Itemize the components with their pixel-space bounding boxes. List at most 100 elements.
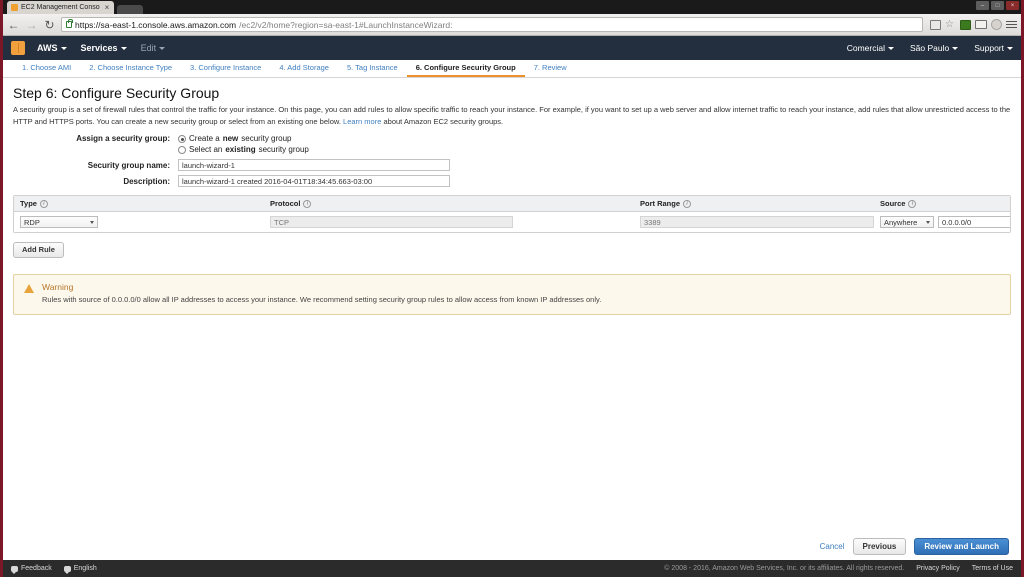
window-maximize-button[interactable]: □ <box>991 1 1004 10</box>
page-title: Step 6: Configure Security Group <box>13 85 220 101</box>
aws-top-nav: AWS Services Edit Comercial São Paulo Su… <box>3 36 1021 60</box>
radio-select-existing-group[interactable]: Select an existing security group <box>178 145 309 154</box>
nav-edit-menu[interactable]: Edit <box>141 43 166 53</box>
radio-create-new-prefix: Create a <box>189 134 220 144</box>
nav-edit-label: Edit <box>140 43 157 53</box>
url-path: /ec2/v2/home?region=sa-east-1#LaunchInst… <box>239 19 453 30</box>
rule-protocol-cell: TCP <box>264 216 634 229</box>
window-controls: – □ × <box>976 1 1019 10</box>
wizard-step-7[interactable]: 7. Review <box>525 60 576 77</box>
tab-close-icon[interactable]: × <box>105 3 110 12</box>
window-close-button[interactable]: × <box>1006 1 1019 10</box>
wizard-step-6[interactable]: 6. Configure Security Group <box>406 60 525 77</box>
rule-source-cell: Anywhere 0.0.0.0/0 × <box>874 216 1010 229</box>
feedback-label: Feedback <box>21 565 52 572</box>
nav-support-label: Support <box>974 43 1004 53</box>
radio-create-new-icon[interactable] <box>178 134 186 143</box>
add-rule-button[interactable]: Add Rule <box>13 241 64 258</box>
extension-green-icon[interactable] <box>960 19 971 30</box>
privacy-policy-link[interactable]: Privacy Policy <box>916 565 960 572</box>
wizard-step-4[interactable]: 4. Add Storage <box>270 60 338 77</box>
forward-icon[interactable]: → <box>25 19 38 31</box>
security-group-description-input[interactable]: launch-wizard-1 created 2016-04-01T18:34… <box>178 175 450 188</box>
page-footer: Feedback English © 2008 - 2016, Amazon W… <box>3 560 1021 577</box>
profile-avatar-icon[interactable] <box>991 19 1002 30</box>
assign-security-group-label: Assign a security group: <box>76 134 170 144</box>
browser-menu-icon[interactable] <box>1006 19 1017 30</box>
rule-type-select[interactable]: RDP <box>20 216 98 229</box>
nav-region-label: São Paulo <box>909 43 950 53</box>
radio-select-existing-icon[interactable] <box>178 145 186 154</box>
nav-account-menu[interactable]: Comercial <box>847 43 894 53</box>
page-description-part2: about Amazon EC2 security groups. <box>381 116 504 126</box>
page-description-part1: A security group is a set of firewall ru… <box>13 105 1011 126</box>
cancel-button[interactable]: Cancel <box>820 542 845 551</box>
lock-icon <box>66 19 73 28</box>
column-header-type-label: Type <box>20 199 37 209</box>
extension-icon[interactable] <box>930 19 941 30</box>
info-icon[interactable]: i <box>303 199 312 208</box>
wizard-step-2[interactable]: 2. Choose Instance Type <box>80 60 181 77</box>
nav-services-menu[interactable]: Services <box>81 43 127 53</box>
favicon-icon <box>11 4 18 11</box>
page-description: A security group is a set of firewall ru… <box>13 104 1011 127</box>
bookmark-star-icon[interactable]: ☆ <box>945 19 956 30</box>
nav-aws-menu[interactable]: AWS <box>37 43 67 53</box>
reload-icon[interactable]: ↻ <box>43 19 56 31</box>
wizard-step-1[interactable]: 1. Choose AMI <box>13 60 80 77</box>
radio-existing-strong: existing <box>225 145 256 155</box>
language-label: English <box>73 565 97 572</box>
info-icon[interactable]: i <box>908 199 917 208</box>
security-group-description-row: Description: launch-wizard-1 created 201… <box>13 175 1011 188</box>
review-and-launch-button[interactable]: Review and Launch <box>914 538 1009 555</box>
new-tab-button[interactable] <box>117 5 144 14</box>
browser-tab-title: EC2 Management Conso <box>21 4 100 11</box>
column-header-source: Source i <box>874 199 1010 208</box>
chevron-down-icon <box>60 46 67 50</box>
chevron-down-icon <box>90 220 94 224</box>
browser-tab[interactable]: EC2 Management Conso × <box>7 1 115 14</box>
rule-port-range-input: 3389 <box>640 216 874 229</box>
add-rule-wrapper: Add Rule <box>13 239 1011 258</box>
rule-port-range-cell: 3389 <box>634 216 874 229</box>
chevron-down-icon <box>952 46 959 50</box>
rule-type-cell: RDP <box>14 216 264 229</box>
nav-account-label: Comercial <box>846 43 885 53</box>
chevron-down-icon <box>120 46 127 50</box>
warning-title: Warning <box>42 281 74 292</box>
screen: EC2 Management Conso × – □ × ← → ↻ https… <box>0 0 1024 577</box>
address-bar[interactable]: https://sa-east-1.console.aws.amazon.com… <box>61 17 923 32</box>
rule-source-cidr-input[interactable]: 0.0.0.0/0 <box>938 216 1010 229</box>
nav-region-menu[interactable]: São Paulo <box>909 43 959 53</box>
window-minimize-button[interactable]: – <box>976 1 989 10</box>
wizard-step-3[interactable]: 3. Configure Instance <box>181 60 270 77</box>
language-button[interactable]: English <box>63 565 97 574</box>
radio-create-new-suffix: security group <box>241 134 292 144</box>
aws-cube-logo-icon[interactable] <box>11 41 25 55</box>
column-header-protocol-label: Protocol <box>270 199 301 209</box>
terms-of-use-link[interactable]: Terms of Use <box>972 565 1013 572</box>
previous-button[interactable]: Previous <box>852 538 907 555</box>
back-icon[interactable]: ← <box>7 19 20 31</box>
security-group-description-label: Description: <box>123 176 170 186</box>
security-group-name-input[interactable]: launch-wizard-1 <box>178 159 450 172</box>
column-header-type: Type i <box>14 199 264 208</box>
info-icon[interactable]: i <box>683 199 692 208</box>
wizard-step-5[interactable]: 5. Tag Instance <box>338 60 407 77</box>
rule-source-mode-value: Anywhere <box>884 217 918 227</box>
info-icon[interactable]: i <box>39 199 48 208</box>
warning-panel: Warning Rules with source of 0.0.0.0/0 a… <box>13 273 1011 316</box>
radio-create-new-strong: new <box>222 134 239 144</box>
learn-more-link[interactable]: Learn more <box>343 117 381 126</box>
cast-icon[interactable] <box>975 20 987 29</box>
feedback-button[interactable]: Feedback <box>11 565 52 574</box>
rule-source-select[interactable]: Anywhere <box>880 216 934 229</box>
main-content: Step 6: Configure Security Group A secur… <box>3 78 1021 316</box>
aws-nav-right: Comercial São Paulo Support <box>831 43 1013 53</box>
radio-create-new-group[interactable]: Create a new security group <box>178 134 292 143</box>
assign-security-group-row: Assign a security group: Create a new se… <box>13 134 1011 143</box>
column-header-source-label: Source <box>880 199 906 209</box>
wizard-actions: Cancel Previous Review and Launch <box>820 538 1009 555</box>
copyright-text: © 2008 - 2016, Amazon Web Services, Inc.… <box>664 565 905 572</box>
nav-support-menu[interactable]: Support <box>974 43 1013 53</box>
